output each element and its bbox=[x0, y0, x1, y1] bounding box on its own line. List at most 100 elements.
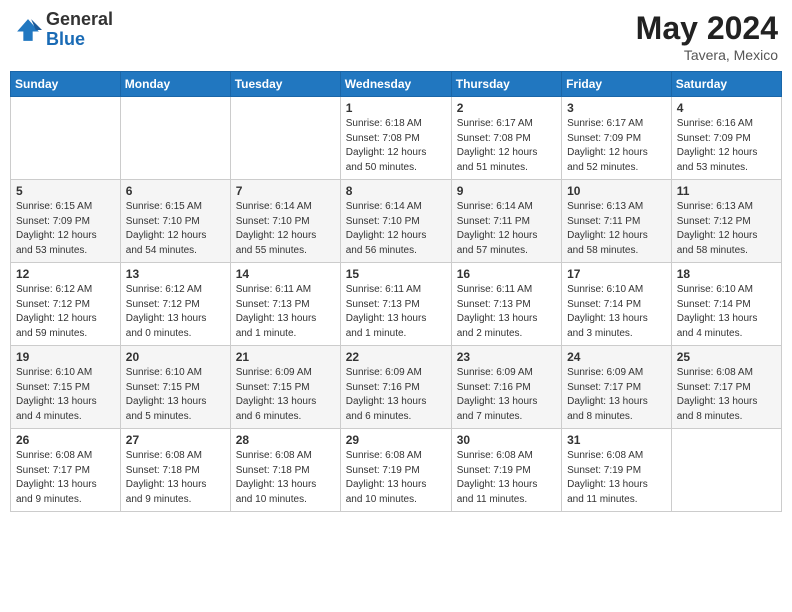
calendar-cell: 8 Sunrise: 6:14 AM Sunset: 7:10 PM Daylig… bbox=[340, 180, 451, 263]
calendar-cell: 22 Sunrise: 6:09 AM Sunset: 7:16 PM Dayli… bbox=[340, 346, 451, 429]
day-number: 20 bbox=[126, 350, 225, 364]
calendar-cell bbox=[11, 97, 121, 180]
day-info: Sunrise: 6:11 AM Sunset: 7:13 PM Dayligh… bbox=[457, 283, 556, 341]
logo-general-text: General bbox=[46, 9, 113, 29]
day-number: 18 bbox=[677, 267, 776, 281]
day-number: 12 bbox=[16, 267, 115, 281]
day-info: Sunrise: 6:09 AM Sunset: 7:15 PM Dayligh… bbox=[236, 366, 335, 424]
calendar-cell: 10 Sunrise: 6:13 AM Sunset: 7:11 PM Dayli… bbox=[562, 180, 672, 263]
day-number: 16 bbox=[457, 267, 556, 281]
calendar-cell: 26 Sunrise: 6:08 AM Sunset: 7:17 PM Dayli… bbox=[11, 429, 121, 512]
day-info: Sunrise: 6:12 AM Sunset: 7:12 PM Dayligh… bbox=[126, 283, 225, 341]
weekday-header: Thursday bbox=[451, 72, 561, 97]
day-info: Sunrise: 6:12 AM Sunset: 7:12 PM Dayligh… bbox=[16, 283, 115, 341]
day-number: 17 bbox=[567, 267, 666, 281]
weekday-header: Saturday bbox=[671, 72, 781, 97]
day-number: 7 bbox=[236, 184, 335, 198]
day-info: Sunrise: 6:14 AM Sunset: 7:10 PM Dayligh… bbox=[346, 200, 446, 258]
calendar-cell: 6 Sunrise: 6:15 AM Sunset: 7:10 PM Daylig… bbox=[120, 180, 230, 263]
calendar-week-row: 1 Sunrise: 6:18 AM Sunset: 7:08 PM Daylig… bbox=[11, 97, 782, 180]
calendar-cell: 2Sunrise: 6:17 AM Sunset: 7:08 PM Daylig… bbox=[451, 97, 561, 180]
calendar-week-row: 19 Sunrise: 6:10 AM Sunset: 7:15 PM Dayli… bbox=[11, 346, 782, 429]
day-number: 10 bbox=[567, 184, 666, 198]
calendar-cell: 30 Sunrise: 6:08 AM Sunset: 7:19 PM Dayli… bbox=[451, 429, 561, 512]
calendar-cell: 29 Sunrise: 6:08 AM Sunset: 7:19 PM Dayli… bbox=[340, 429, 451, 512]
day-number: 27 bbox=[126, 433, 225, 447]
calendar-cell: 15 Sunrise: 6:11 AM Sunset: 7:13 PM Dayli… bbox=[340, 263, 451, 346]
day-number: 26 bbox=[16, 433, 115, 447]
day-info: Sunrise: 6:14 AM Sunset: 7:10 PM Dayligh… bbox=[236, 200, 335, 258]
day-info: Sunrise: 6:13 AM Sunset: 7:11 PM Dayligh… bbox=[567, 200, 666, 258]
calendar-cell: 3 Sunrise: 6:17 AM Sunset: 7:09 PM Daylig… bbox=[562, 97, 672, 180]
calendar-cell: 24Sunrise: 6:09 AM Sunset: 7:17 PM Dayli… bbox=[562, 346, 672, 429]
day-number: 23 bbox=[457, 350, 556, 364]
title-block: May 2024 Tavera, Mexico bbox=[636, 10, 778, 63]
day-info: Sunrise: 6:08 AM Sunset: 7:19 PM Dayligh… bbox=[346, 449, 446, 507]
calendar-cell: 20 Sunrise: 6:10 AM Sunset: 7:15 PM Dayli… bbox=[120, 346, 230, 429]
weekday-header: Wednesday bbox=[340, 72, 451, 97]
calendar-table: SundayMondayTuesdayWednesdayThursdayFrid… bbox=[10, 71, 782, 512]
day-number: 29 bbox=[346, 433, 446, 447]
calendar-cell: 7 Sunrise: 6:14 AM Sunset: 7:10 PM Daylig… bbox=[230, 180, 340, 263]
day-number: 28 bbox=[236, 433, 335, 447]
day-info: Sunrise: 6:16 AM Sunset: 7:09 PM Dayligh… bbox=[677, 117, 776, 175]
day-info: Sunrise: 6:11 AM Sunset: 7:13 PM Dayligh… bbox=[236, 283, 335, 341]
day-info: Sunrise: 6:08 AM Sunset: 7:18 PM Dayligh… bbox=[236, 449, 335, 507]
calendar-cell: 28 Sunrise: 6:08 AM Sunset: 7:18 PM Dayli… bbox=[230, 429, 340, 512]
calendar-cell: 25Sunrise: 6:08 AM Sunset: 7:17 PM Dayli… bbox=[671, 346, 781, 429]
logo: General Blue bbox=[14, 10, 113, 50]
location-subtitle: Tavera, Mexico bbox=[636, 47, 778, 63]
weekday-header-row: SundayMondayTuesdayWednesdayThursdayFrid… bbox=[11, 72, 782, 97]
calendar-week-row: 5 Sunrise: 6:15 AM Sunset: 7:09 PM Daylig… bbox=[11, 180, 782, 263]
day-number: 3 bbox=[567, 101, 666, 115]
page-header: General Blue May 2024 Tavera, Mexico bbox=[10, 10, 782, 63]
calendar-cell: 17 Sunrise: 6:10 AM Sunset: 7:14 PM Dayli… bbox=[562, 263, 672, 346]
day-number: 25 bbox=[677, 350, 776, 364]
day-info: Sunrise: 6:08 AM Sunset: 7:19 PM Dayligh… bbox=[567, 449, 666, 507]
calendar-cell: 1 Sunrise: 6:18 AM Sunset: 7:08 PM Daylig… bbox=[340, 97, 451, 180]
day-info: Sunrise: 6:08 AM Sunset: 7:19 PM Dayligh… bbox=[457, 449, 556, 507]
day-number: 8 bbox=[346, 184, 446, 198]
day-info: Sunrise: 6:09 AM Sunset: 7:16 PM Dayligh… bbox=[346, 366, 446, 424]
weekday-header: Tuesday bbox=[230, 72, 340, 97]
calendar-cell bbox=[671, 429, 781, 512]
day-info: Sunrise: 6:10 AM Sunset: 7:14 PM Dayligh… bbox=[567, 283, 666, 341]
calendar-cell: 23Sunrise: 6:09 AM Sunset: 7:16 PM Dayli… bbox=[451, 346, 561, 429]
calendar-cell bbox=[230, 97, 340, 180]
calendar-cell: 27Sunrise: 6:08 AM Sunset: 7:18 PM Dayli… bbox=[120, 429, 230, 512]
day-number: 11 bbox=[677, 184, 776, 198]
day-info: Sunrise: 6:15 AM Sunset: 7:10 PM Dayligh… bbox=[126, 200, 225, 258]
day-number: 31 bbox=[567, 433, 666, 447]
day-number: 5 bbox=[16, 184, 115, 198]
day-info: Sunrise: 6:08 AM Sunset: 7:17 PM Dayligh… bbox=[16, 449, 115, 507]
day-info: Sunrise: 6:15 AM Sunset: 7:09 PM Dayligh… bbox=[16, 200, 115, 258]
calendar-week-row: 12 Sunrise: 6:12 AM Sunset: 7:12 PM Dayli… bbox=[11, 263, 782, 346]
calendar-cell: 4 Sunrise: 6:16 AM Sunset: 7:09 PM Daylig… bbox=[671, 97, 781, 180]
calendar-week-row: 26 Sunrise: 6:08 AM Sunset: 7:17 PM Dayli… bbox=[11, 429, 782, 512]
day-info: Sunrise: 6:17 AM Sunset: 7:08 PM Dayligh… bbox=[457, 117, 556, 175]
day-info: Sunrise: 6:11 AM Sunset: 7:13 PM Dayligh… bbox=[346, 283, 446, 341]
day-number: 6 bbox=[126, 184, 225, 198]
day-number: 30 bbox=[457, 433, 556, 447]
day-number: 15 bbox=[346, 267, 446, 281]
day-number: 4 bbox=[677, 101, 776, 115]
day-info: Sunrise: 6:10 AM Sunset: 7:15 PM Dayligh… bbox=[16, 366, 115, 424]
calendar-cell: 21 Sunrise: 6:09 AM Sunset: 7:15 PM Dayli… bbox=[230, 346, 340, 429]
day-number: 21 bbox=[236, 350, 335, 364]
month-year-title: May 2024 bbox=[636, 10, 778, 47]
calendar-cell: 31 Sunrise: 6:08 AM Sunset: 7:19 PM Dayli… bbox=[562, 429, 672, 512]
day-info: Sunrise: 6:17 AM Sunset: 7:09 PM Dayligh… bbox=[567, 117, 666, 175]
calendar-cell bbox=[120, 97, 230, 180]
calendar-cell: 11Sunrise: 6:13 AM Sunset: 7:12 PM Dayli… bbox=[671, 180, 781, 263]
calendar-cell: 16 Sunrise: 6:11 AM Sunset: 7:13 PM Dayli… bbox=[451, 263, 561, 346]
day-number: 1 bbox=[346, 101, 446, 115]
day-number: 14 bbox=[236, 267, 335, 281]
day-number: 22 bbox=[346, 350, 446, 364]
weekday-header: Sunday bbox=[11, 72, 121, 97]
day-info: Sunrise: 6:10 AM Sunset: 7:15 PM Dayligh… bbox=[126, 366, 225, 424]
weekday-header: Friday bbox=[562, 72, 672, 97]
day-info: Sunrise: 6:18 AM Sunset: 7:08 PM Dayligh… bbox=[346, 117, 446, 175]
day-number: 24 bbox=[567, 350, 666, 364]
weekday-header: Monday bbox=[120, 72, 230, 97]
day-number: 19 bbox=[16, 350, 115, 364]
